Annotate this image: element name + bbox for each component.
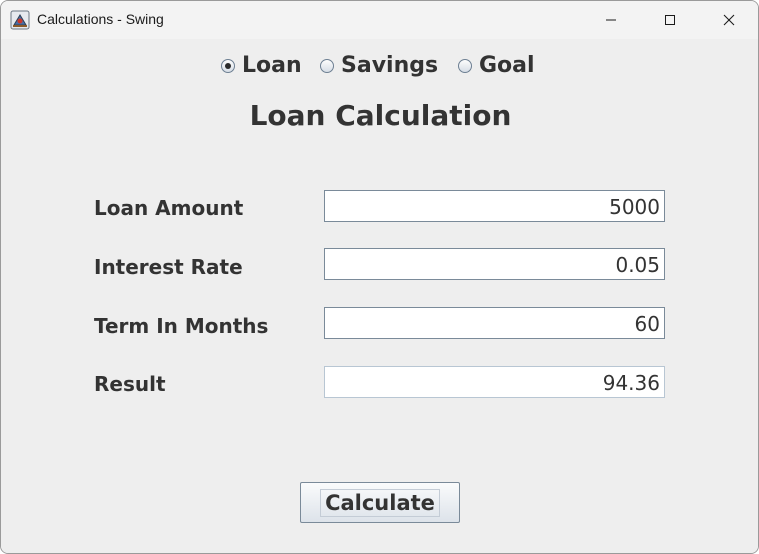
- interest-rate-label: Interest Rate: [94, 255, 243, 279]
- java-coffee-icon: [10, 10, 30, 30]
- radio-goal[interactable]: Goal: [458, 53, 535, 78]
- mode-radio-group: Loan Savings Goal: [1, 53, 758, 79]
- radio-savings-label: Savings: [341, 53, 439, 78]
- radio-loan[interactable]: Loan: [221, 53, 302, 78]
- radio-button-unchecked[interactable]: [320, 58, 334, 73]
- app-window: Calculations - Swing Loan Savings Goal L…: [0, 0, 759, 554]
- window-title: Calculations - Swing: [37, 11, 164, 27]
- maximize-icon: [664, 14, 676, 26]
- result-label: Result: [94, 372, 166, 396]
- radio-savings[interactable]: Savings: [320, 53, 438, 78]
- loan-amount-label: Loan Amount: [94, 196, 244, 220]
- minimize-icon: [605, 14, 617, 26]
- result-field: [324, 366, 665, 398]
- page-title: Loan Calculation: [249, 99, 512, 132]
- radio-button-unchecked[interactable]: [458, 58, 472, 73]
- focus-ring: [320, 489, 440, 517]
- interest-rate-input[interactable]: [324, 248, 665, 280]
- radio-button-checked[interactable]: [221, 58, 235, 73]
- term-in-months-label: Term In Months: [94, 314, 269, 338]
- minimize-button[interactable]: [582, 1, 640, 39]
- radio-loan-label: Loan: [242, 53, 302, 78]
- main-panel: Loan Savings Goal Loan Calculation Loan …: [1, 39, 758, 553]
- maximize-button[interactable]: [641, 1, 699, 39]
- loan-amount-input[interactable]: [324, 190, 665, 222]
- term-in-months-input[interactable]: [324, 307, 665, 339]
- title-bar[interactable]: Calculations - Swing: [1, 1, 758, 39]
- close-button[interactable]: [700, 1, 758, 39]
- radio-goal-label: Goal: [479, 53, 535, 78]
- close-icon: [723, 14, 735, 26]
- calculate-button[interactable]: Calculate: [300, 482, 460, 523]
